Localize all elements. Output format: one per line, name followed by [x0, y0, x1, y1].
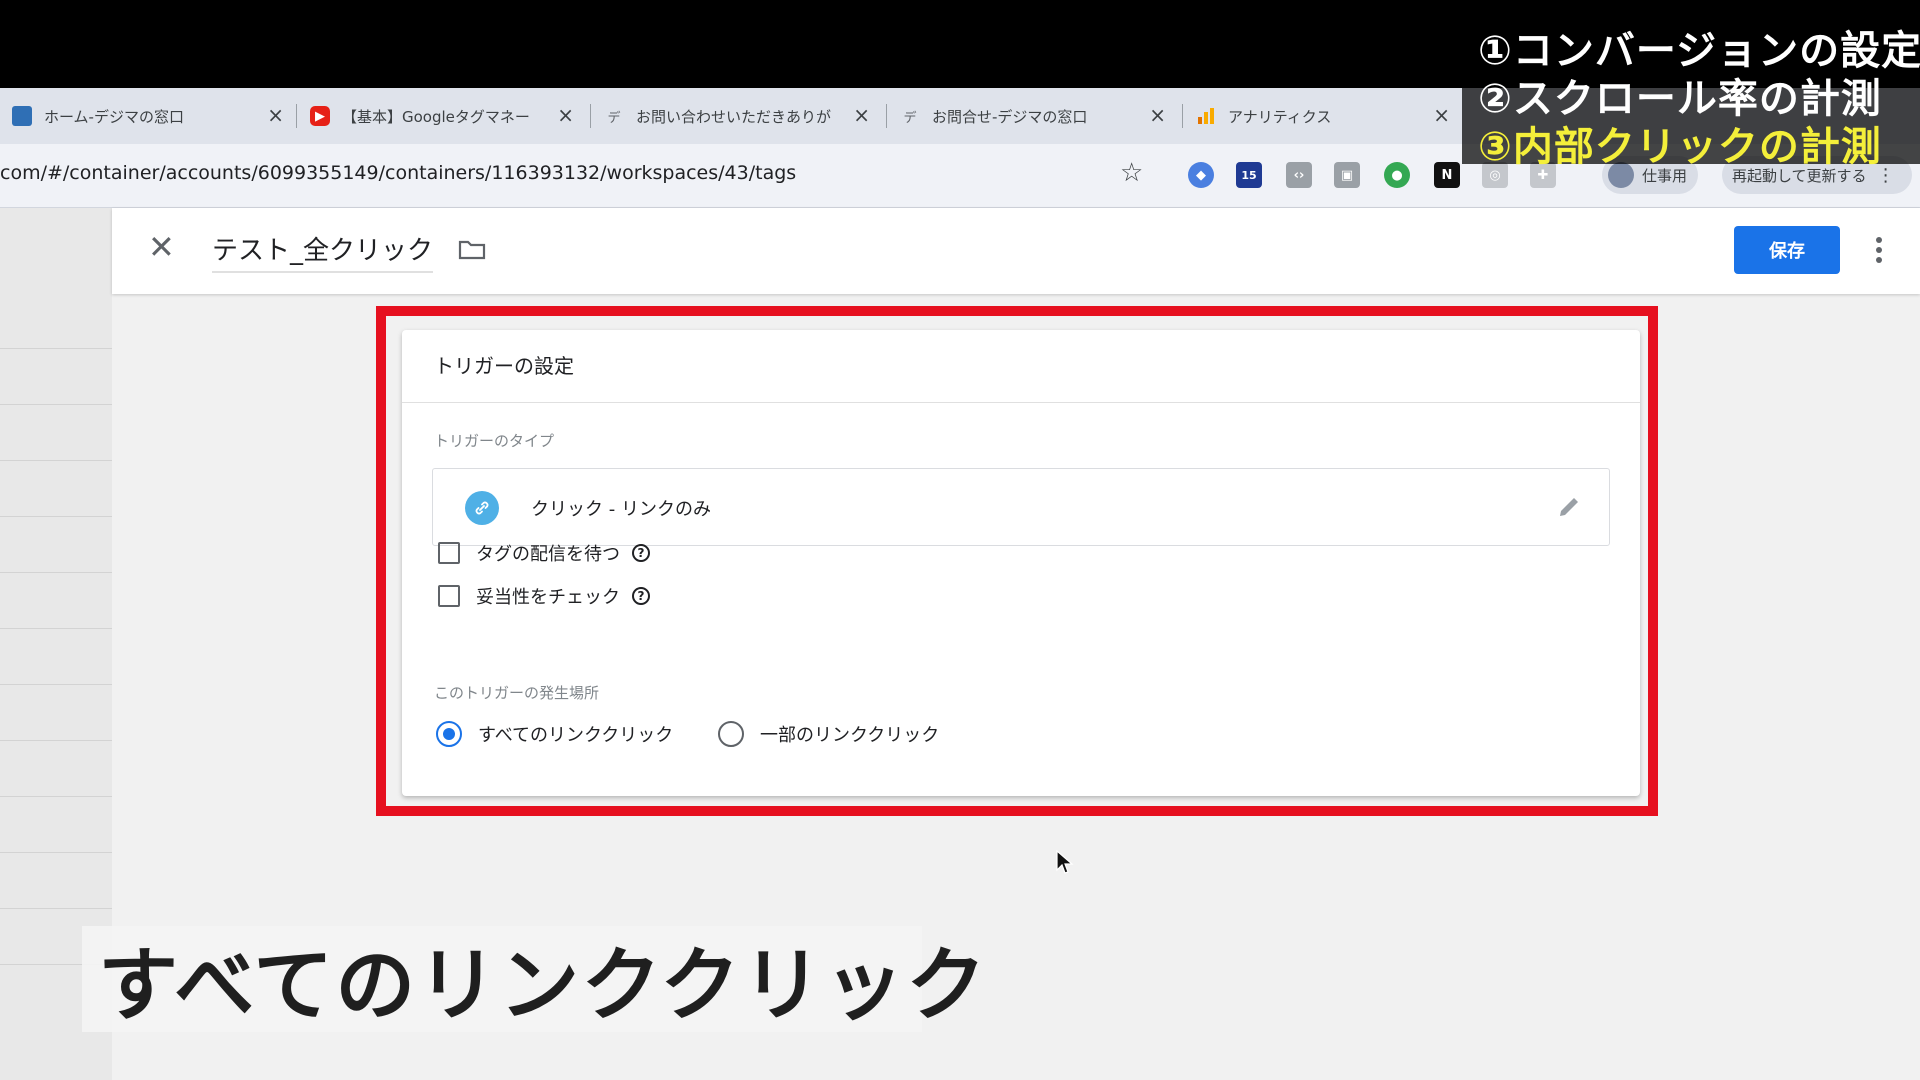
row-divider [0, 404, 112, 405]
close-icon[interactable]: × [1433, 105, 1450, 125]
tag-name-field[interactable]: テスト_全クリック [212, 230, 434, 273]
chat-icon[interactable]: ● [1384, 162, 1410, 188]
code-icon[interactable]: ‹› [1286, 162, 1312, 188]
notion-icon[interactable]: N [1434, 162, 1460, 188]
close-icon[interactable]: × [557, 105, 574, 125]
extension-badge-count: 15 [1241, 168, 1257, 182]
tab-inquiry-thanks[interactable]: デ お問い合わせいただきありが × [592, 96, 882, 136]
close-icon[interactable]: × [853, 105, 870, 125]
video-subtitle: すべてのリンククリック [82, 926, 986, 1032]
highlight-frame [376, 306, 1658, 816]
tab-home[interactable]: ホーム-デジマの窓口 × [0, 96, 296, 136]
extension-badge-icon[interactable]: 15 [1236, 162, 1262, 188]
tab-title: 【基本】Googleタグマネー [342, 107, 530, 126]
save-button[interactable]: 保存 [1734, 226, 1840, 274]
close-icon[interactable]: × [1149, 105, 1166, 125]
tag-assistant-icon[interactable]: ◆ [1188, 162, 1214, 188]
close-icon[interactable]: ✕ [148, 228, 175, 266]
site-icon: デ [903, 110, 917, 126]
row-divider [0, 852, 112, 853]
youtube-icon: ▶ [310, 106, 330, 126]
mouse-cursor-icon [1056, 850, 1074, 874]
row-divider [0, 740, 112, 741]
row-divider [0, 516, 112, 517]
bookmark-star-icon[interactable]: ☆ [1120, 158, 1143, 188]
row-divider [0, 796, 112, 797]
close-icon[interactable]: × [267, 105, 284, 125]
tab-title: お問い合わせいただきありが [636, 107, 832, 126]
tab-divider [1182, 104, 1183, 128]
analytics-icon [1196, 106, 1216, 126]
tab-divider [296, 104, 297, 128]
image-icon[interactable]: ▣ [1334, 162, 1360, 188]
url-field[interactable]: com/#/container/accounts/6099355149/cont… [0, 162, 796, 184]
row-divider [0, 460, 112, 461]
tab-divider [590, 104, 591, 128]
site-icon: デ [607, 110, 621, 126]
tab-divider [886, 104, 887, 128]
tab-inquiry[interactable]: デ お問合せ-デジマの窓口 × [888, 96, 1178, 136]
site-icon [12, 106, 32, 126]
tab-analytics[interactable]: アナリティクス × [1184, 96, 1462, 136]
tab-youtube[interactable]: ▶ 【基本】Googleタグマネー × [298, 96, 586, 136]
row-divider [0, 684, 112, 685]
row-divider [0, 628, 112, 629]
row-divider [0, 348, 112, 349]
overlay-caption-line-3: ③内部クリックの計測 [1478, 124, 1882, 170]
kebab-menu-icon[interactable] [1874, 230, 1884, 270]
row-divider [0, 572, 112, 573]
tab-title: お問合せ-デジマの窓口 [932, 107, 1088, 126]
tab-title: ホーム-デジマの窓口 [44, 107, 184, 126]
folder-icon[interactable] [458, 240, 486, 260]
row-divider [0, 908, 112, 909]
tag-editor-header: ✕ テスト_全クリック 保存 [112, 208, 1920, 294]
tab-title: アナリティクス [1228, 107, 1332, 126]
